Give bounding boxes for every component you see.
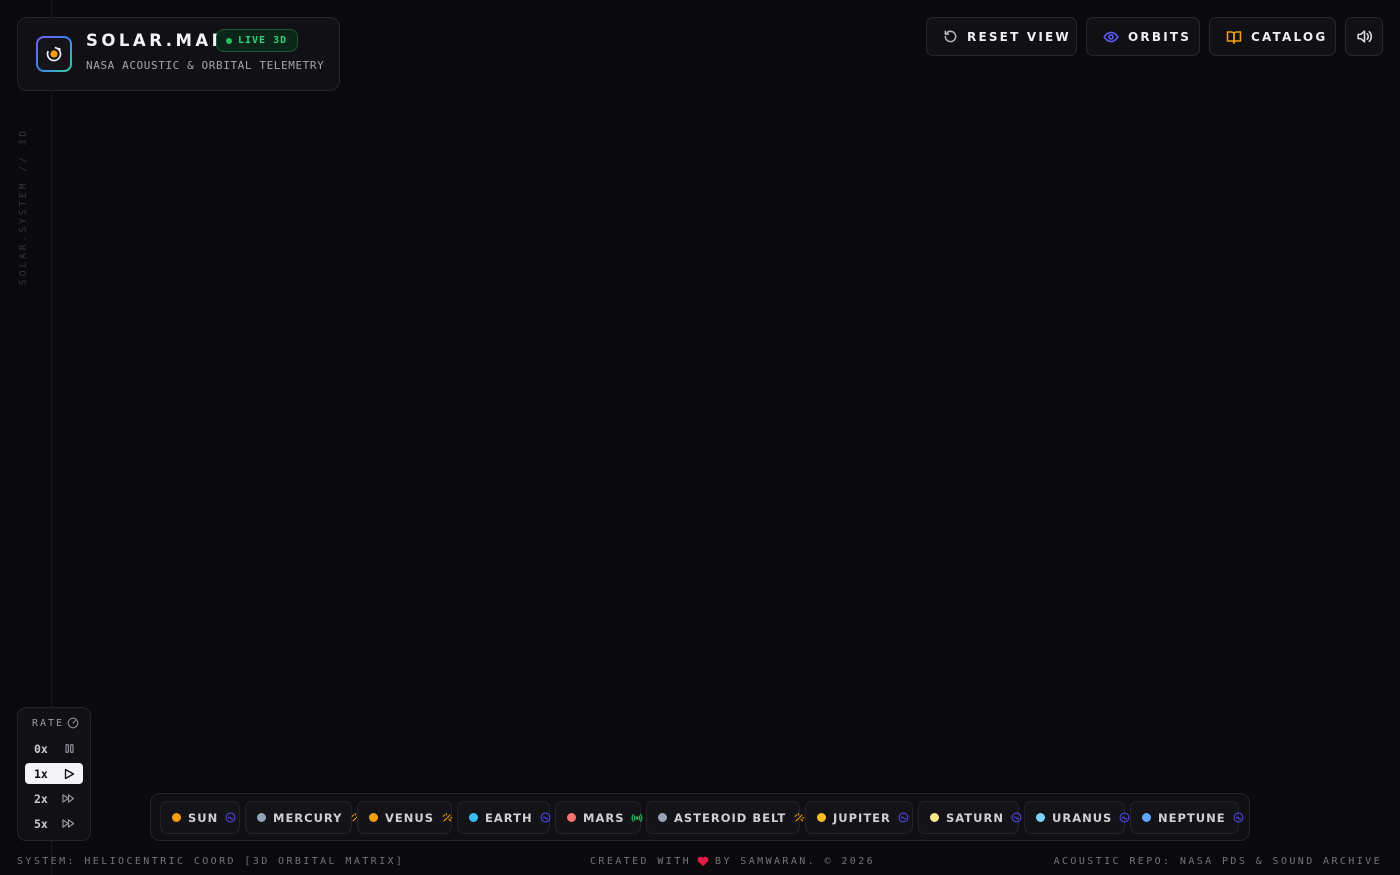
body-chip-earth[interactable]: EARTH	[457, 801, 551, 834]
body-color-dot	[1142, 813, 1151, 822]
radio-signal-icon	[631, 812, 643, 824]
brand-card: SOLAR.MAP LIVE 3D NASA ACOUSTIC & ORBITA…	[17, 17, 340, 91]
app-subtitle: NASA ACOUSTIC & ORBITAL TELEMETRY	[86, 59, 325, 72]
body-color-dot	[172, 813, 181, 822]
catalog-button[interactable]: CATALOG	[1209, 17, 1336, 56]
live-dot-icon	[226, 37, 232, 44]
eye-icon	[1103, 31, 1119, 42]
body-name: SATURN	[946, 810, 1004, 825]
sparkle-icon	[793, 812, 805, 824]
body-chip-neptune[interactable]: NEPTUNE	[1130, 801, 1244, 834]
rate-option-label: 0x	[34, 741, 48, 756]
reset-view-button[interactable]: RESET VIEW	[926, 17, 1077, 56]
body-chip-mercury[interactable]: MERCURY	[245, 801, 361, 834]
orbit-wave-icon	[1011, 812, 1022, 823]
body-name: EARTH	[485, 810, 533, 825]
rate-header: RATE	[32, 717, 79, 729]
body-chip-asteroid-belt[interactable]: ASTEROID BELT	[646, 801, 805, 834]
pause-icon	[65, 744, 74, 753]
body-name: ASTEROID BELT	[674, 810, 787, 825]
body-color-dot	[369, 813, 378, 822]
orbits-label: ORBITS	[1128, 29, 1192, 44]
body-name: JUPITER	[833, 810, 891, 825]
body-color-dot	[567, 813, 576, 822]
sparkle-icon	[441, 812, 453, 824]
rate-option-1x[interactable]: 1x	[25, 763, 83, 784]
playback-rate-panel: RATE 0x 1x 2x 5x	[17, 707, 91, 841]
live-status-badge: LIVE 3D	[216, 29, 299, 52]
body-name: MERCURY	[273, 810, 343, 825]
reset-view-label: RESET VIEW	[967, 29, 1071, 44]
fast-forward-icon	[62, 794, 75, 803]
body-chip-venus[interactable]: VENUS	[357, 801, 453, 834]
orbit-wave-icon	[1119, 812, 1130, 823]
body-name: MARS	[583, 810, 625, 825]
orbit-wave-icon	[1233, 812, 1244, 823]
body-chip-sun[interactable]: SUN	[160, 801, 240, 834]
footer-system-info: SYSTEM: HELIOCENTRIC COORD [3D ORBITAL M…	[17, 856, 405, 867]
gauge-icon	[67, 717, 79, 729]
footer-credits: CREATED WITH BY SAMWARAN. © 2026	[590, 856, 875, 867]
orbits-toggle-button[interactable]: ORBITS	[1086, 17, 1200, 56]
body-color-dot	[469, 813, 478, 822]
rate-option-label: 1x	[34, 766, 48, 781]
body-name: SUN	[188, 810, 219, 825]
body-color-dot	[817, 813, 826, 822]
rate-option-0x[interactable]: 0x	[25, 738, 83, 759]
sound-toggle-button[interactable]	[1345, 17, 1383, 56]
body-color-dot	[257, 813, 266, 822]
body-chip-saturn[interactable]: SATURN	[918, 801, 1022, 834]
fast-forward-icon	[62, 819, 75, 828]
body-name: NEPTUNE	[1158, 810, 1226, 825]
footer-credits-pre: CREATED WITH	[590, 856, 692, 867]
live-badge-label: LIVE 3D	[238, 35, 288, 46]
body-chip-mars[interactable]: MARS	[555, 801, 643, 834]
celestial-body-bar: SUN MERCURY VENUS EARTH MARS ASTEROID BE…	[150, 793, 1250, 841]
rate-option-label: 5x	[34, 816, 48, 831]
speaker-icon	[1356, 30, 1372, 43]
body-chip-uranus[interactable]: URANUS	[1024, 801, 1130, 834]
orbit-wave-icon	[898, 812, 909, 823]
footer-acoustic-repo: ACOUSTIC REPO: NASA PDS & SOUND ARCHIVE	[1053, 856, 1382, 867]
rate-option-label: 2x	[34, 791, 48, 806]
body-name: URANUS	[1052, 810, 1113, 825]
orbit-wave-icon	[225, 812, 236, 823]
footer-credits-post: BY SAMWARAN. © 2026	[715, 856, 876, 867]
body-name: VENUS	[385, 810, 435, 825]
body-color-dot	[930, 813, 939, 822]
rate-label: RATE	[32, 717, 65, 729]
body-chip-jupiter[interactable]: JUPITER	[805, 801, 913, 834]
catalog-label: CATALOG	[1251, 29, 1328, 44]
rate-option-5x[interactable]: 5x	[25, 813, 83, 834]
orbit-logo-icon	[46, 46, 62, 62]
vertical-system-label: SOLAR.SYSTEM // 3D	[18, 128, 29, 285]
orbit-wave-icon	[540, 812, 551, 823]
body-color-dot	[1036, 813, 1045, 822]
app-logo	[36, 36, 72, 72]
app-title: SOLAR.MAP	[86, 31, 228, 50]
heart-icon	[697, 856, 709, 867]
body-color-dot	[658, 813, 667, 822]
open-book-icon	[1226, 30, 1242, 44]
play-icon	[64, 768, 75, 779]
rate-option-2x[interactable]: 2x	[25, 788, 83, 809]
rotate-ccw-icon	[944, 30, 957, 43]
